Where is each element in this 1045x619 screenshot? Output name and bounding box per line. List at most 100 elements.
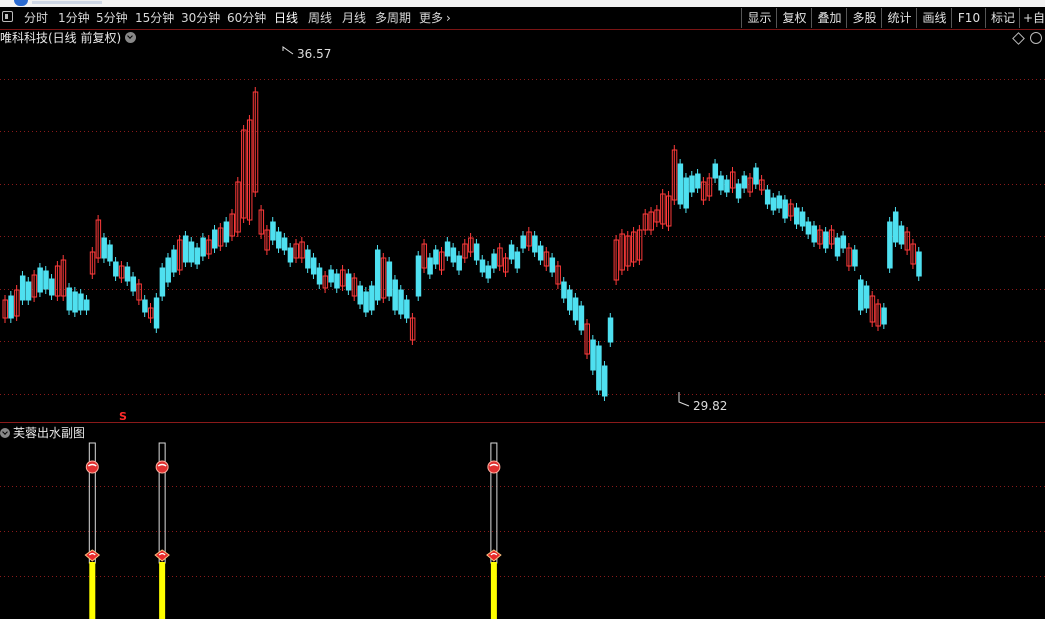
candle-body	[200, 237, 206, 257]
candle-body	[508, 244, 515, 260]
candle-body	[182, 235, 189, 263]
candle-body	[165, 257, 171, 283]
candle-body	[78, 293, 84, 311]
candle-body	[473, 243, 480, 261]
candle-body	[805, 221, 812, 235]
candle-body	[811, 225, 817, 243]
low-price-label: 29.82	[693, 399, 727, 413]
candle-body	[345, 273, 352, 291]
candle-body	[415, 255, 422, 297]
candle-body	[107, 244, 113, 262]
candle-body	[794, 207, 800, 225]
candle-body	[8, 295, 14, 319]
candle-body	[718, 175, 724, 191]
signal-column-bar	[490, 562, 497, 619]
indicator-title: 芙蓉出水副图	[13, 426, 86, 440]
lotus-icon	[154, 549, 170, 562]
candle-body	[590, 339, 596, 371]
indicator-title-bar: 芙蓉出水副图	[0, 425, 85, 441]
candle-body	[724, 179, 730, 193]
signal-ball-icon	[155, 460, 169, 474]
candle-body	[898, 225, 905, 245]
candle-body	[142, 299, 148, 313]
candle-body	[776, 195, 783, 209]
candle-body	[520, 235, 526, 249]
candle-body	[72, 291, 78, 313]
candle-body	[450, 247, 457, 263]
signal-column-bar	[89, 562, 96, 619]
candle-body	[491, 253, 497, 269]
signal-ball-icon	[487, 460, 501, 474]
candle-body	[171, 249, 177, 273]
candle-body	[572, 297, 579, 321]
candle-body	[281, 237, 288, 251]
candle-body	[433, 249, 439, 265]
candle-body	[398, 289, 404, 315]
candle-body	[485, 265, 492, 279]
candle-body	[695, 173, 701, 189]
candle-body	[357, 285, 364, 305]
lotus-icon	[486, 549, 502, 562]
candle-body	[735, 183, 742, 199]
candle-body	[863, 285, 870, 309]
candle-body	[456, 255, 462, 271]
panel-separator	[0, 422, 1045, 423]
candle-body	[764, 189, 771, 205]
kline-chart[interactable]: 36.5729.82S	[0, 0, 1045, 619]
candle-body	[712, 163, 719, 179]
candle-body	[578, 305, 585, 331]
candle-body	[374, 249, 381, 301]
candle-body	[799, 211, 806, 227]
candle-body	[601, 365, 608, 397]
candle-body	[223, 221, 230, 243]
candle-body	[153, 297, 160, 329]
signal-ball-icon	[85, 460, 99, 474]
candle-body	[444, 241, 451, 257]
candle-body	[369, 285, 375, 311]
lotus-icon	[84, 549, 101, 562]
candle-body	[113, 261, 119, 277]
candle-body	[83, 299, 90, 311]
candle-body	[363, 291, 369, 313]
candle-body	[212, 229, 218, 249]
candle-body	[916, 251, 922, 277]
candle-body	[124, 266, 131, 282]
candle-body	[677, 163, 684, 205]
candle-body	[840, 235, 847, 249]
candle-body	[537, 245, 544, 261]
candle-body	[567, 289, 573, 311]
candle-body	[892, 211, 899, 243]
candle-body	[334, 273, 340, 289]
candle-body	[25, 281, 32, 301]
candle-body	[881, 307, 887, 325]
candle-body	[37, 267, 43, 293]
candle-body	[689, 175, 695, 193]
candle-body	[316, 267, 323, 285]
high-pointer-line	[282, 46, 294, 55]
candle-body	[607, 317, 614, 343]
candle-body	[287, 247, 294, 263]
candle-body	[310, 257, 317, 275]
candle-body	[823, 231, 829, 249]
candle-body	[130, 276, 137, 292]
candle-body	[66, 287, 73, 311]
candle-body	[328, 269, 334, 283]
high-price-label: 36.57	[297, 47, 331, 61]
candle-body	[404, 299, 410, 319]
candle-body	[305, 249, 311, 269]
candle-body	[19, 275, 26, 301]
candle-body	[101, 237, 107, 259]
candle-body	[852, 249, 858, 267]
candle-body	[427, 257, 433, 275]
chevron-down-icon[interactable]	[0, 428, 10, 438]
candle-body	[270, 221, 276, 241]
candle-body	[159, 267, 166, 297]
candle-body	[532, 235, 538, 253]
candle-body	[479, 259, 486, 273]
candle-body	[770, 197, 777, 211]
candle-body	[188, 241, 195, 263]
candle-body	[596, 345, 602, 391]
candle-body	[43, 270, 49, 290]
candle-body	[683, 177, 689, 209]
signal-column-bar	[159, 562, 166, 619]
